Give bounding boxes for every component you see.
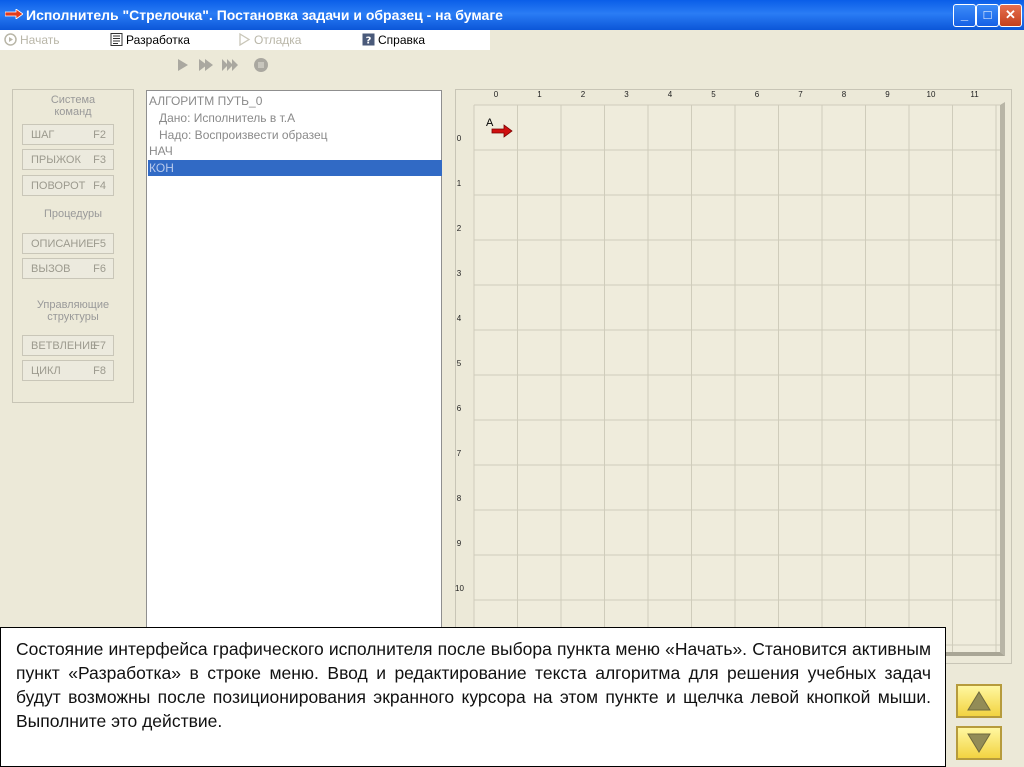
algorithm-editor[interactable]: АЛГОРИТМ ПУТЬ_0 Дано: Исполнитель в т.А …: [146, 90, 442, 630]
column-number: 3: [624, 90, 629, 99]
close-button[interactable]: ✕: [999, 4, 1022, 27]
jump-command-button[interactable]: ПРЫЖОК F3: [22, 149, 114, 170]
column-number: 1: [537, 90, 542, 99]
column-number: 5: [711, 90, 716, 99]
row-number: 6: [456, 404, 462, 413]
row-number: 1: [456, 179, 462, 188]
arrow-down-icon: [967, 733, 991, 753]
svg-text:?: ?: [366, 36, 372, 47]
maximize-button[interactable]: □: [976, 4, 999, 27]
editor-line[interactable]: Дано: Исполнитель в т.А: [149, 110, 439, 126]
column-number: 10: [926, 90, 936, 99]
description-command-button[interactable]: ОПИСАНИЕ F5: [22, 233, 114, 254]
editor-line[interactable]: Надо: Воспроизвести образец: [149, 127, 439, 143]
row-number: 2: [456, 224, 462, 233]
row-number: 8: [456, 494, 462, 503]
row-number: 5: [456, 359, 462, 368]
column-number: 8: [841, 90, 847, 99]
editor-line-selected[interactable]: КОН: [148, 160, 442, 176]
title-bar: Исполнитель "Стрелочка". Постановка зада…: [0, 0, 1024, 30]
scroll-up-button[interactable]: [956, 684, 1002, 718]
description-text: Состояние интерфейса графического исполн…: [0, 627, 946, 767]
command-panel: Система команд ШАГ F2 ПРЫЖОК F3 ПОВОРОТ F4 …: [12, 89, 134, 403]
step-command-button[interactable]: ШАГ F2: [22, 124, 114, 145]
arrow-app-icon: [5, 9, 23, 19]
column-number: 9: [885, 90, 890, 99]
help-icon: ?: [362, 33, 375, 46]
row-number: 9: [456, 539, 462, 548]
editor-line[interactable]: АЛГОРИТМ ПУТЬ_0: [149, 93, 439, 109]
column-number: 11: [970, 90, 979, 99]
run-icon[interactable]: [175, 57, 191, 73]
window-title: Исполнитель "Стрелочка". Постановка зада…: [26, 7, 503, 23]
minimize-button[interactable]: _: [953, 4, 976, 27]
column-number: 7: [798, 90, 803, 99]
menu-start[interactable]: Начать: [4, 32, 60, 48]
arrow-up-icon: [967, 691, 991, 711]
editor-line[interactable]: НАЧ: [149, 143, 439, 159]
start-icon: [4, 33, 17, 46]
menu-develop[interactable]: Разработка: [110, 32, 190, 48]
menu-help[interactable]: ? Справка: [362, 32, 425, 48]
turn-command-button[interactable]: ПОВОРОТ F4: [22, 175, 114, 196]
row-number: 4: [456, 314, 462, 323]
minimize-icon: _: [960, 7, 969, 22]
stop-icon[interactable]: [253, 57, 269, 73]
step-icon[interactable]: [198, 57, 214, 73]
row-number: 0: [456, 134, 462, 143]
field-grid[interactable]: [472, 100, 1006, 658]
procedures-label: Процедуры: [43, 208, 102, 220]
column-number: 0: [493, 90, 499, 99]
play-icon: [239, 33, 251, 46]
command-system-label: Система команд: [50, 94, 96, 118]
scroll-down-button[interactable]: [956, 726, 1002, 760]
row-number: 7: [456, 449, 462, 458]
column-number: 2: [580, 90, 586, 99]
loop-command-button[interactable]: ЦИКЛ F8: [22, 360, 114, 381]
arrow-executor-icon[interactable]: [491, 124, 513, 138]
close-icon: ✕: [1005, 7, 1016, 22]
row-number: 3: [456, 269, 462, 278]
call-command-button[interactable]: ВЫЗОВ F6: [22, 258, 114, 279]
row-number: 10: [455, 584, 464, 593]
menu-bar: Начать Разработка Отладка ? Справка: [0, 30, 490, 50]
document-icon: [110, 33, 123, 46]
control-structures-label: Управляющие структуры: [36, 299, 110, 323]
branch-command-button[interactable]: ВЕТВЛЕНИЕ F7: [22, 335, 114, 356]
fast-forward-icon[interactable]: [222, 57, 238, 73]
menu-debug[interactable]: Отладка: [238, 32, 301, 48]
column-number: 6: [754, 90, 760, 99]
maximize-icon: □: [983, 7, 992, 22]
column-number: 4: [667, 90, 673, 99]
